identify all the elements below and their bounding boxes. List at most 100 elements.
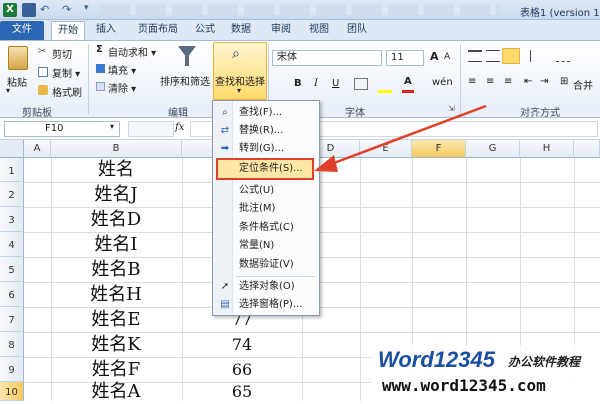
align-left-icon[interactable]: ≡ [468, 76, 482, 87]
cell-b1[interactable]: 姓名 [51, 158, 181, 182]
row-header-2[interactable]: 2 [0, 182, 24, 207]
column-header-b[interactable]: B [51, 140, 182, 158]
tab-file[interactable]: 文件 [0, 21, 44, 40]
wrap-text-icon[interactable] [556, 50, 570, 62]
undo-icon[interactable]: ↶ [40, 3, 49, 16]
tab-review[interactable]: 审阅 [266, 21, 296, 40]
cell-b5[interactable]: 姓名B [51, 257, 181, 282]
tab-data[interactable]: 数据 [226, 21, 256, 40]
borders-icon[interactable] [354, 78, 368, 90]
decrease-indent-icon[interactable]: ⇤ [524, 76, 532, 87]
autosum-button[interactable]: 自动求和 ▾ [108, 44, 156, 59]
row-header-5[interactable]: 5 [0, 257, 24, 282]
cell-c10[interactable]: 65 [182, 382, 302, 401]
increase-indent-icon[interactable]: ⇥ [540, 76, 548, 87]
select-all-corner[interactable] [0, 140, 24, 158]
menu-item-comments[interactable]: 批注(M) [213, 200, 319, 218]
row-header-4[interactable]: 4 [0, 232, 24, 257]
menu-item-label: 数据验证(V) [239, 259, 294, 270]
name-box[interactable]: F10 [4, 121, 120, 137]
align-right-icon[interactable]: ≡ [504, 76, 512, 87]
menu-item-formulas[interactable]: 公式(U) [213, 182, 319, 200]
underline-button[interactable]: U [332, 78, 339, 89]
column-header-a[interactable]: A [24, 140, 51, 158]
row-header-1[interactable]: 1 [0, 158, 24, 182]
grow-font-icon[interactable]: A [430, 50, 439, 63]
menu-item-label: 定位条件(S)... [239, 163, 303, 174]
merge-center-icon[interactable]: ⊞ [560, 76, 568, 87]
menu-item-label: 转到(G)... [239, 143, 285, 154]
menu-item-data-validation[interactable]: 数据验证(V) [213, 256, 319, 274]
menu-item-select-objects[interactable]: ➚ 选择对象(O) [213, 278, 319, 296]
cell-b9[interactable]: 姓名F [51, 357, 181, 382]
phonetic-icon[interactable]: wén [432, 77, 453, 88]
menu-item-label: 常量(N) [239, 240, 275, 251]
row-header-8[interactable]: 8 [0, 332, 24, 357]
font-size-select[interactable]: 11 [386, 50, 424, 66]
align-center-icon[interactable]: ≡ [486, 76, 494, 87]
paste-icon[interactable] [8, 46, 28, 70]
row-header-3[interactable]: 3 [0, 207, 24, 232]
tab-formulas[interactable]: 公式 [190, 21, 220, 40]
fill-color-icon[interactable] [378, 90, 392, 93]
cell-c8[interactable]: 74 [182, 332, 302, 357]
font-color-icon[interactable]: A [404, 76, 412, 87]
align-bottom-icon[interactable] [502, 48, 520, 64]
goto-arrow-icon: ➡ [220, 143, 230, 154]
fill-button[interactable]: 填充 ▾ [108, 62, 136, 77]
clipboard-group-label: 剪贴板 [22, 108, 52, 119]
cell-b3[interactable]: 姓名D [51, 207, 181, 232]
cell-c9[interactable]: 66 [182, 357, 302, 382]
cell-b8[interactable]: 姓名K [51, 332, 181, 357]
tab-home[interactable]: 开始 [51, 21, 85, 40]
save-icon[interactable] [22, 3, 36, 17]
cut-button[interactable]: 剪切 [52, 46, 72, 61]
column-header-h[interactable]: H [520, 140, 574, 158]
menu-item-constants[interactable]: 常量(N) [213, 237, 319, 255]
fx-icon[interactable]: fx [175, 122, 184, 133]
customize-icon[interactable]: ▾ [84, 3, 89, 13]
cell-b7[interactable]: 姓名E [51, 307, 181, 332]
menu-item-label: 选择对象(O) [239, 281, 295, 292]
align-middle-icon[interactable] [486, 50, 500, 62]
find-select-dropdown-icon: ▾ [237, 86, 242, 95]
redo-icon[interactable]: ↷ [62, 3, 71, 16]
copy-button[interactable]: 复制 ▾ [52, 65, 80, 80]
font-name-select[interactable]: 宋体 [272, 50, 382, 66]
annotation-arrow [314, 104, 487, 172]
cell-b10[interactable]: 姓名A [51, 382, 181, 401]
clear-button[interactable]: 清除 ▾ [108, 80, 136, 95]
binoculars-icon: ⌕ [222, 107, 228, 118]
menu-item-selection-pane[interactable]: ▤ 选择窗格(P)... [213, 296, 319, 314]
replace-icon: ⇄ [220, 125, 230, 136]
align-top-icon[interactable] [468, 50, 482, 62]
fill-icon [96, 64, 105, 73]
row-header-10[interactable]: 10 [0, 382, 24, 401]
tab-insert[interactable]: 插入 [90, 21, 122, 40]
excel-logo-icon[interactable]: X [3, 3, 17, 17]
cell-b2[interactable]: 姓名J [51, 182, 181, 207]
cell-b6[interactable]: 姓名H [51, 282, 181, 307]
row-header-7[interactable]: 7 [0, 307, 24, 332]
tab-view[interactable]: 视图 [304, 21, 334, 40]
sort-filter-icon[interactable] [176, 44, 196, 68]
italic-button[interactable]: I [314, 78, 318, 89]
row-header-6[interactable]: 6 [0, 282, 24, 307]
paste-dropdown-icon[interactable]: ▾ [6, 86, 10, 95]
sort-filter-button[interactable]: 排序和筛选 [160, 73, 210, 88]
menu-item-conditional-formatting[interactable]: 条件格式(C) [213, 219, 319, 237]
bold-button[interactable]: B [294, 78, 302, 89]
menu-item-label: 查找(F)... [239, 107, 283, 118]
row-header-9[interactable]: 9 [0, 357, 24, 382]
menu-item-goto-special[interactable]: 定位条件(S)... [216, 158, 314, 180]
column-header-next[interactable] [574, 140, 600, 158]
tab-team[interactable]: 团队 [342, 21, 372, 40]
merge-center-button[interactable]: 合并 [573, 77, 593, 92]
name-box-dropdown-icon[interactable]: ▾ [110, 122, 114, 131]
cell-b4[interactable]: 姓名I [51, 232, 181, 257]
format-painter-button[interactable]: 格式刷 [52, 84, 82, 99]
tab-page-layout[interactable]: 页面布局 [128, 21, 188, 40]
orientation-icon[interactable] [530, 50, 544, 62]
blurred-toolbar [100, 5, 500, 15]
shrink-font-icon[interactable]: A [444, 52, 450, 62]
